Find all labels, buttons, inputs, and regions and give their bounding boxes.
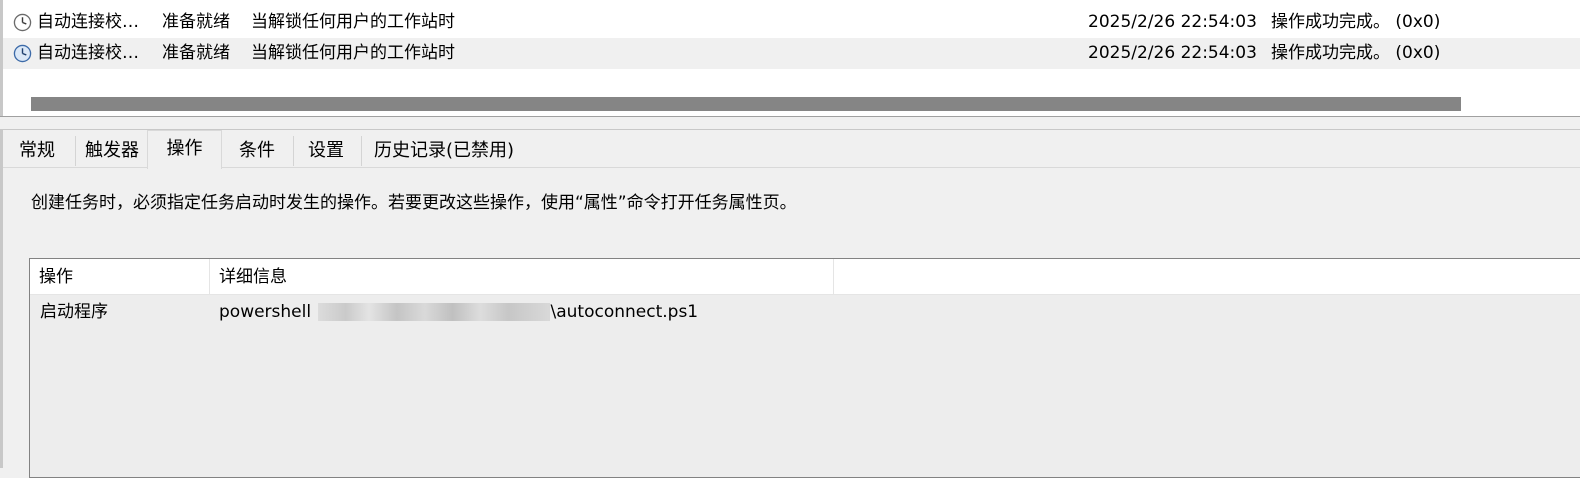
column-header-details[interactable]: 详细信息 (210, 259, 834, 295)
tab-history[interactable]: 历史记录(已禁用) (363, 134, 525, 168)
tab-settings[interactable]: 设置 (294, 134, 358, 168)
tab-triggers[interactable]: 触发器 (77, 134, 147, 168)
pane-splitter[interactable] (0, 116, 1580, 130)
action-type: 启动程序 (40, 302, 108, 322)
column-header-action[interactable]: 操作 (30, 259, 210, 295)
task-name: 自动连接校… (37, 12, 139, 32)
task-last-run: 2025/2/26 22:54:03 (1088, 12, 1257, 32)
tab-divider (361, 136, 362, 166)
task-trigger: 当解锁任何用户的工作站时 (251, 43, 455, 63)
task-list-pane: 自动连接校… 准备就绪 当解锁任何用户的工作站时 2025/2/26 22:54… (0, 0, 1580, 116)
task-trigger: 当解锁任何用户的工作站时 (251, 12, 455, 32)
tab-divider (75, 136, 76, 166)
tab-general[interactable]: 常规 (3, 134, 71, 168)
redacted-path (317, 303, 550, 321)
clock-icon (13, 13, 32, 32)
tab-actions[interactable]: 操作 (147, 130, 222, 169)
table-header: 操作 详细信息 (30, 259, 1580, 295)
task-row-selected[interactable]: 自动连接校… 准备就绪 当解锁任何用户的工作站时 2025/2/26 22:54… (3, 38, 1580, 69)
action-details: powershell \autoconnect.ps1 (219, 295, 698, 329)
task-result: 操作成功完成。 (0x0) (1271, 12, 1441, 32)
action-detail-command: powershell (219, 302, 312, 322)
tab-conditions[interactable]: 条件 (222, 134, 292, 168)
task-row[interactable]: 自动连接校… 准备就绪 当解锁任何用户的工作站时 2025/2/26 22:54… (3, 7, 1580, 38)
horizontal-scrollbar-thumb[interactable] (31, 97, 1461, 111)
task-status: 准备就绪 (162, 12, 230, 32)
task-result: 操作成功完成。 (0x0) (1271, 43, 1441, 63)
task-name: 自动连接校… (37, 43, 139, 63)
clock-icon (13, 44, 32, 63)
actions-description: 创建任务时，必须指定任务启动时发生的操作。若要更改这些操作，使用“属性”命令打开… (31, 193, 797, 213)
action-detail-script: \autoconnect.ps1 (550, 302, 699, 322)
tab-strip: 常规 触发器 操作 条件 设置 历史记录(已禁用) (3, 130, 1580, 169)
table-row[interactable]: 启动程序 powershell \autoconnect.ps1 (30, 295, 1580, 329)
task-last-run: 2025/2/26 22:54:03 (1088, 43, 1257, 63)
actions-table[interactable]: 操作 详细信息 启动程序 powershell \autoconnect.ps1 (29, 258, 1580, 478)
task-details-pane: 常规 触发器 操作 条件 设置 历史记录(已禁用) 创建任务时，必须指定任务启动… (0, 130, 1580, 478)
task-status: 准备就绪 (162, 43, 230, 63)
